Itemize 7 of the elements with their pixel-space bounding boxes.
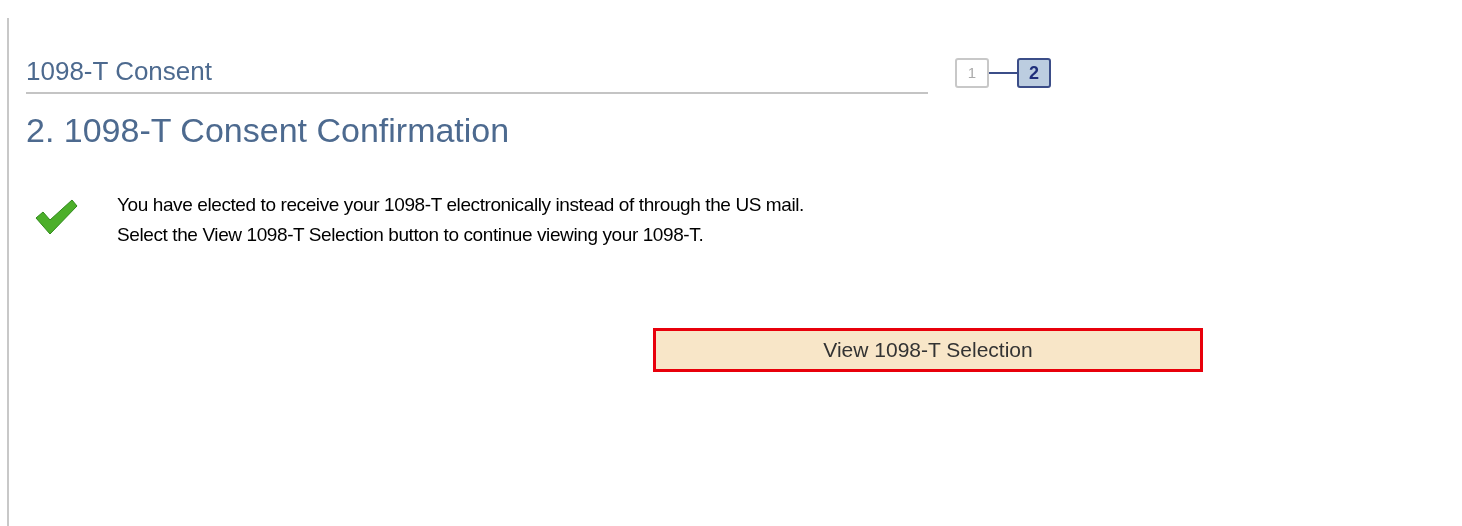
checkmark-icon [34,198,78,236]
step-indicator[interactable]: 2 [1017,58,1051,88]
page-heading: 2. 1098-T Consent Confirmation [26,110,511,150]
section-title: 1098-T Consent [26,56,212,86]
view-selection-button[interactable]: View 1098-T Selection [653,328,1203,372]
message-text: Select the View 1098-T Selection button to continue viewing your 1098-T. [117,223,705,247]
message-text: You have elected to receive your 1098-T electronically instead of through the US mail. [117,193,804,217]
